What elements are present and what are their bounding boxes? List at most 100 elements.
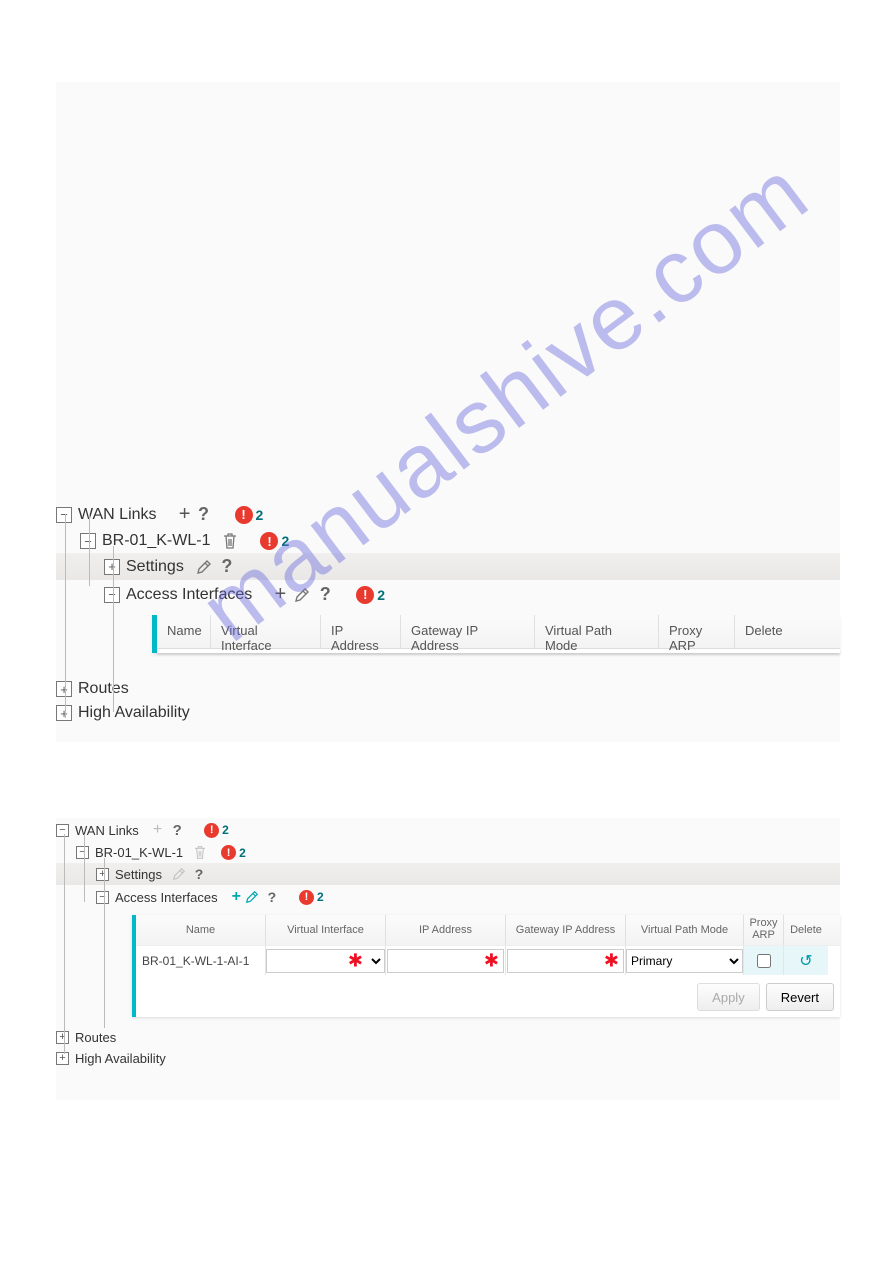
tree-row-settings: + Settings ? bbox=[56, 863, 840, 885]
expand-toggle[interactable]: + bbox=[104, 559, 120, 575]
collapse-toggle[interactable]: − bbox=[56, 507, 72, 523]
tree-row-access-interfaces: − Access Interfaces + ? ! 2 bbox=[56, 580, 840, 609]
help-icon[interactable]: ? bbox=[218, 556, 236, 577]
cell-name: BR-01_K-WL-1-AI-1 bbox=[136, 946, 266, 975]
expand-toggle[interactable]: + bbox=[56, 681, 72, 697]
alert-count: 2 bbox=[239, 846, 246, 860]
tree-row-wan-links: − WAN Links + ? ! 2 bbox=[56, 500, 840, 529]
expand-toggle[interactable]: + bbox=[56, 1052, 69, 1065]
alert-count: 2 bbox=[317, 890, 324, 904]
add-icon[interactable]: + bbox=[232, 888, 241, 906]
alert-count: 2 bbox=[256, 507, 264, 523]
vif-select[interactable] bbox=[266, 949, 385, 973]
help-icon[interactable]: ? bbox=[316, 584, 334, 605]
alert-badge[interactable]: ! 2 bbox=[204, 823, 229, 838]
alert-icon: ! bbox=[221, 845, 236, 860]
th-delete: Delete bbox=[735, 615, 789, 648]
revert-button[interactable]: Revert bbox=[766, 983, 834, 1011]
alert-icon: ! bbox=[356, 586, 374, 604]
access-interfaces-table: Name Virtual Interface IP Address Gatewa… bbox=[132, 915, 840, 1017]
tree-label: Access Interfaces bbox=[115, 890, 218, 905]
collapse-toggle[interactable]: − bbox=[80, 533, 96, 549]
cell-vif: ✱ bbox=[266, 946, 386, 975]
alert-icon: ! bbox=[260, 532, 278, 550]
alert-icon: ! bbox=[299, 890, 314, 905]
th-parp: Proxy ARP bbox=[659, 615, 735, 648]
cell-ip: ✱ bbox=[386, 946, 506, 975]
pencil-icon[interactable] bbox=[196, 559, 212, 575]
add-icon[interactable]: + bbox=[175, 503, 195, 526]
trash-icon[interactable] bbox=[193, 845, 207, 860]
th-ip: IP Address bbox=[321, 615, 401, 648]
tree-row-wan-link-item: − BR-01_K-WL-1 ! 2 bbox=[56, 842, 840, 863]
tree-label: Routes bbox=[78, 680, 129, 698]
tree-label: Settings bbox=[115, 867, 162, 882]
gateway-input[interactable] bbox=[507, 949, 624, 973]
tree-label: High Availability bbox=[78, 704, 190, 722]
tree-row-routes: + Routes bbox=[56, 1027, 840, 1048]
collapse-toggle[interactable]: − bbox=[104, 587, 120, 603]
tree-row-settings: + Settings ? bbox=[56, 553, 840, 580]
vpm-select[interactable]: Primary bbox=[626, 949, 743, 973]
table-actions: Apply Revert bbox=[136, 975, 840, 1017]
alert-badge[interactable]: ! 2 bbox=[235, 506, 264, 524]
proxy-arp-checkbox[interactable] bbox=[757, 954, 771, 968]
tree-row-wan-link-item: − BR-01_K-WL-1 ! 2 bbox=[56, 529, 840, 553]
expand-toggle[interactable]: + bbox=[56, 705, 72, 721]
alert-count: 2 bbox=[222, 823, 229, 837]
th-gw: Gateway IP Address bbox=[401, 615, 535, 648]
th-parp: Proxy ARP bbox=[744, 915, 784, 945]
collapse-toggle[interactable]: − bbox=[56, 824, 69, 837]
ip-input[interactable] bbox=[387, 949, 504, 973]
collapse-toggle[interactable]: − bbox=[76, 846, 89, 859]
cell-delete: ↺ bbox=[784, 946, 828, 975]
help-icon[interactable]: ? bbox=[263, 889, 281, 905]
th-gw: Gateway IP Address bbox=[506, 915, 626, 945]
th-vif: Virtual Interface bbox=[266, 915, 386, 945]
tree-label: Routes bbox=[75, 1030, 116, 1045]
table-header-row: Name Virtual Interface IP Address Gatewa… bbox=[157, 615, 840, 649]
table-row: BR-01_K-WL-1-AI-1 ✱ ✱ ✱ Primary bbox=[136, 945, 840, 975]
help-icon[interactable]: ? bbox=[195, 504, 213, 525]
tree-label: Settings bbox=[126, 558, 184, 576]
help-icon[interactable]: ? bbox=[190, 866, 208, 882]
access-interfaces-table: Name Virtual Interface IP Address Gatewa… bbox=[152, 615, 840, 653]
tree-row-routes: + Routes bbox=[56, 677, 840, 701]
th-ip: IP Address bbox=[386, 915, 506, 945]
tree-vline bbox=[64, 834, 65, 1054]
tree-label: High Availability bbox=[75, 1051, 166, 1066]
pencil-icon[interactable] bbox=[172, 867, 186, 881]
tree-label: Access Interfaces bbox=[126, 586, 252, 604]
pencil-icon[interactable] bbox=[294, 587, 310, 603]
alert-badge[interactable]: ! 2 bbox=[221, 845, 246, 860]
alert-badge[interactable]: ! 2 bbox=[356, 586, 385, 604]
tree-vline bbox=[113, 546, 114, 712]
alert-badge[interactable]: ! 2 bbox=[299, 890, 324, 905]
tree-label: BR-01_K-WL-1 bbox=[95, 845, 183, 860]
apply-button[interactable]: Apply bbox=[697, 983, 760, 1011]
alert-icon: ! bbox=[235, 506, 253, 524]
config-panel-1: − WAN Links + ? ! 2 − BR-01_K-WL-1 ! 2 +… bbox=[56, 82, 840, 742]
th-vpm: Virtual Path Mode bbox=[626, 915, 744, 945]
th-vpm: Virtual Path Mode bbox=[535, 615, 659, 648]
tree-vline bbox=[89, 514, 90, 586]
help-icon[interactable]: ? bbox=[168, 822, 186, 839]
alert-badge[interactable]: ! 2 bbox=[260, 532, 289, 550]
th-delete: Delete bbox=[784, 915, 828, 945]
th-name: Name bbox=[157, 615, 211, 648]
undo-icon[interactable]: ↺ bbox=[799, 951, 812, 971]
tree-row-high-availability: + High Availability bbox=[56, 1048, 840, 1069]
add-icon[interactable]: + bbox=[270, 583, 290, 606]
tree-vline bbox=[65, 514, 66, 718]
cell-gw: ✱ bbox=[506, 946, 626, 975]
expand-toggle[interactable]: + bbox=[96, 868, 109, 881]
th-vif: Virtual Interface bbox=[211, 615, 321, 648]
expand-toggle[interactable]: + bbox=[56, 1031, 69, 1044]
add-icon[interactable]: + bbox=[153, 821, 162, 839]
trash-icon[interactable] bbox=[222, 532, 238, 550]
pencil-icon[interactable] bbox=[245, 890, 259, 904]
alert-count: 2 bbox=[281, 533, 289, 549]
alert-count: 2 bbox=[377, 587, 385, 603]
config-panel-2: − WAN Links + ? ! 2 − BR-01_K-WL-1 ! 2 +… bbox=[56, 818, 840, 1100]
collapse-toggle[interactable]: − bbox=[96, 891, 109, 904]
